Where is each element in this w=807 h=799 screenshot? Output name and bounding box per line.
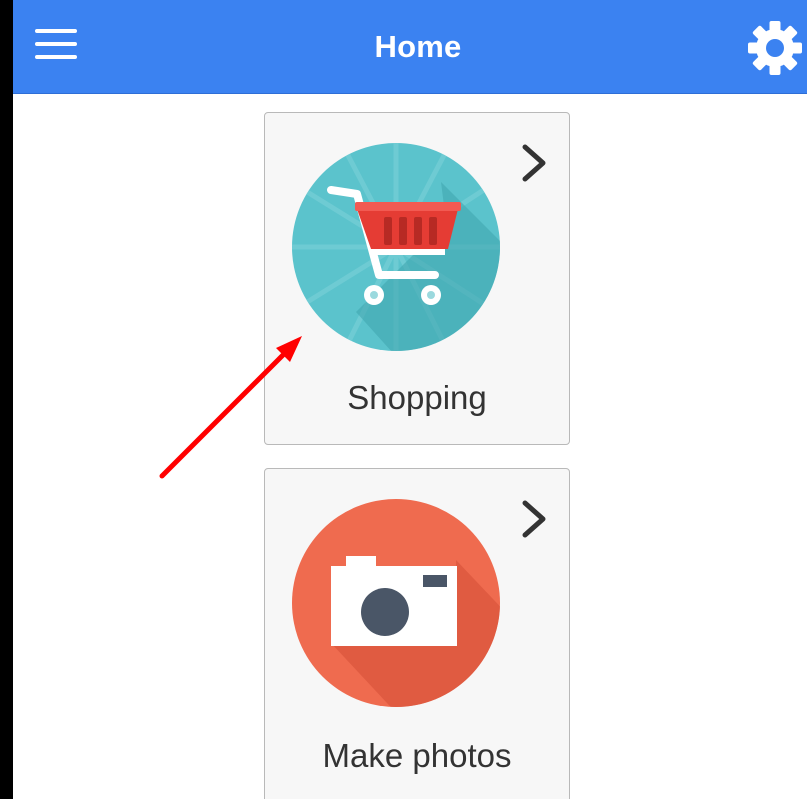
- camera-icon: [292, 499, 500, 707]
- shopping-card-label: Shopping: [347, 379, 487, 416]
- page-title: Home: [374, 29, 462, 64]
- make-photos-card-label: Make photos: [322, 737, 512, 774]
- shopping-card[interactable]: Shopping: [264, 112, 570, 445]
- settings-button[interactable]: [747, 20, 803, 76]
- app-screen: Home Shopping Make photos: [13, 0, 807, 799]
- chevron-right-icon: [522, 500, 546, 538]
- chevron-right-icon: [522, 144, 546, 182]
- make-photos-card[interactable]: Make photos: [264, 468, 570, 799]
- shopping-cart-icon: [292, 143, 500, 351]
- gear-icon: [748, 21, 802, 75]
- top-navigation-bar: Home: [13, 0, 807, 94]
